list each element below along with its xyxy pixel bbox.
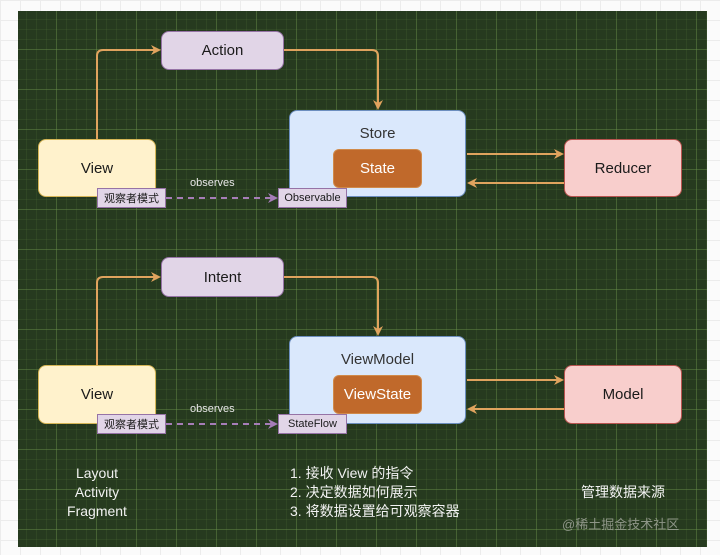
view-label: View (80, 386, 114, 403)
store-label: Store (359, 125, 396, 142)
model-label: Model (602, 386, 644, 403)
reducer-node[interactable]: Reducer (564, 139, 682, 197)
observes-label-bottom: observes (190, 403, 235, 415)
observer-pattern-text: 观察者模式 (104, 193, 159, 205)
view-role-item: Fragment (67, 503, 127, 519)
watermark: @稀土掘金技术社区 (562, 517, 680, 532)
observer-pattern-tag-bottom: 观察者模式 (97, 414, 166, 434)
viewstate-node[interactable]: ViewState (333, 375, 422, 414)
viewmodel-duties-caption: 1. 接收 View 的指令 2. 决定数据如何展示 3. 将数据设置给可观察容… (290, 464, 510, 521)
view-role-item: Activity (74, 484, 120, 500)
reducer-label: Reducer (594, 159, 652, 177)
action-label: Action (201, 42, 244, 59)
stateflow-tag: StateFlow (278, 414, 347, 434)
view-roles-caption: Layout Activity Fragment (47, 464, 147, 521)
intent-label: Intent (203, 268, 242, 286)
observable-tag: Observable (278, 188, 347, 208)
observer-pattern-tag-top: 观察者模式 (97, 188, 166, 208)
model-role-caption: 管理数据来源 (581, 484, 665, 500)
state-label: State (359, 160, 396, 177)
observes-label-top: observes (190, 177, 235, 189)
duty-item: 1. 接收 View 的指令 (290, 465, 414, 481)
state-node[interactable]: State (333, 149, 422, 188)
view-label: View (80, 159, 114, 177)
view-role-item: Layout (75, 465, 119, 481)
action-node[interactable]: Action (161, 31, 284, 70)
stateflow-text: StateFlow (288, 418, 337, 430)
viewstate-label: ViewState (343, 386, 412, 403)
observer-pattern-text: 观察者模式 (104, 419, 159, 431)
intent-node[interactable]: Intent (161, 257, 284, 297)
viewmodel-label: ViewModel (340, 351, 415, 368)
observable-text: Observable (284, 192, 341, 204)
duty-item: 2. 决定数据如何展示 (290, 484, 418, 500)
duty-item: 3. 将数据设置给可观察容器 (290, 503, 460, 519)
model-node[interactable]: Model (564, 365, 682, 424)
